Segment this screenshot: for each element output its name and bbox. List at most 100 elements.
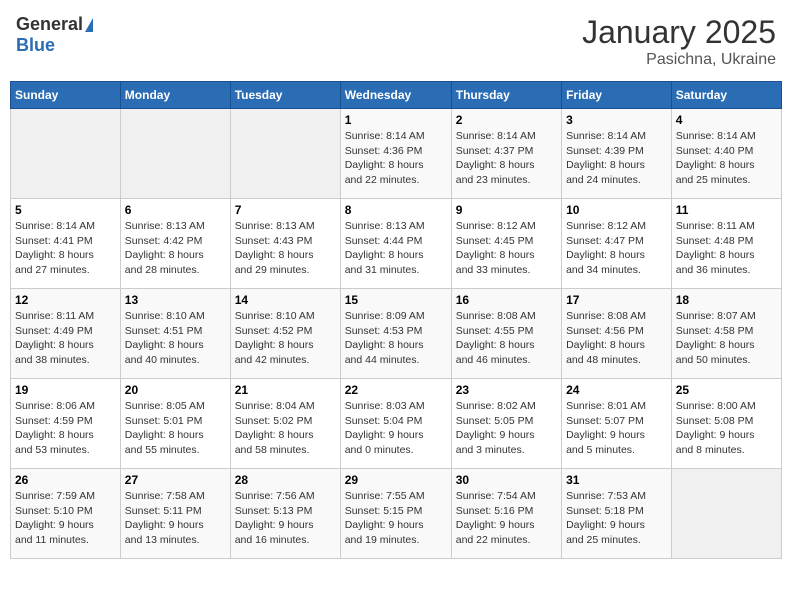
calendar-subtitle: Pasichna, Ukraine — [582, 51, 776, 69]
weekday-header-friday: Friday — [562, 82, 672, 109]
day-number: 14 — [235, 293, 336, 307]
day-info: Sunrise: 8:13 AM Sunset: 4:43 PM Dayligh… — [235, 219, 336, 278]
calendar-day-1: 1Sunrise: 8:14 AM Sunset: 4:36 PM Daylig… — [340, 109, 451, 199]
calendar-header-row: SundayMondayTuesdayWednesdayThursdayFrid… — [11, 82, 782, 109]
day-info: Sunrise: 8:05 AM Sunset: 5:01 PM Dayligh… — [125, 399, 226, 458]
calendar-day-14: 14 Sunrise: 8:10 AM Sunset: 4:52 PM Dayli… — [230, 289, 340, 379]
calendar-day-29: 29 Sunrise: 7:55 AM Sunset: 5:15 PM Dayli… — [340, 469, 451, 559]
day-info: Sunrise: 8:02 AM Sunset: 5:05 PM Dayligh… — [456, 399, 557, 458]
day-number: 18 — [676, 293, 777, 307]
calendar-day-22: 22Sunrise: 8:03 AM Sunset: 5:04 PM Dayli… — [340, 379, 451, 469]
day-info: Sunrise: 8:00 AM Sunset: 5:08 PM Dayligh… — [676, 399, 777, 458]
calendar-week-row: 1Sunrise: 8:14 AM Sunset: 4:36 PM Daylig… — [11, 109, 782, 199]
calendar-day-2: 2Sunrise: 8:14 AM Sunset: 4:37 PM Daylig… — [451, 109, 561, 199]
calendar-day-15: 15Sunrise: 8:09 AM Sunset: 4:53 PM Dayli… — [340, 289, 451, 379]
day-info: Sunrise: 8:14 AM Sunset: 4:39 PM Dayligh… — [566, 129, 667, 188]
day-info: Sunrise: 8:10 AM Sunset: 4:52 PM Dayligh… — [235, 309, 336, 368]
day-number: 27 — [125, 473, 226, 487]
day-info: Sunrise: 8:11 AM Sunset: 4:48 PM Dayligh… — [676, 219, 777, 278]
weekday-header-sunday: Sunday — [11, 82, 121, 109]
calendar-day-21: 21 Sunrise: 8:04 AM Sunset: 5:02 PM Dayli… — [230, 379, 340, 469]
weekday-header-thursday: Thursday — [451, 82, 561, 109]
day-number: 31 — [566, 473, 667, 487]
day-info: Sunrise: 8:12 AM Sunset: 4:45 PM Dayligh… — [456, 219, 557, 278]
day-number: 1 — [345, 113, 447, 127]
calendar-day-28: 28 Sunrise: 7:56 AM Sunset: 5:13 PM Dayli… — [230, 469, 340, 559]
weekday-header-tuesday: Tuesday — [230, 82, 340, 109]
calendar-day-12: 12 Sunrise: 8:11 AM Sunset: 4:49 PM Dayli… — [11, 289, 121, 379]
day-info: Sunrise: 7:58 AM Sunset: 5:11 PM Dayligh… — [125, 489, 226, 548]
day-number: 9 — [456, 203, 557, 217]
day-info: Sunrise: 7:53 AM Sunset: 5:18 PM Dayligh… — [566, 489, 667, 548]
page-header: General Blue January 2025 Pasichna, Ukra… — [10, 10, 782, 73]
day-number: 17 — [566, 293, 667, 307]
day-info: Sunrise: 8:13 AM Sunset: 4:44 PM Dayligh… — [345, 219, 447, 278]
day-info: Sunrise: 8:12 AM Sunset: 4:47 PM Dayligh… — [566, 219, 667, 278]
day-number: 24 — [566, 383, 667, 397]
empty-cell — [120, 109, 230, 199]
calendar-day-4: 4 Sunrise: 8:14 AM Sunset: 4:40 PM Daylig… — [671, 109, 781, 199]
calendar-day-16: 16 Sunrise: 8:08 AM Sunset: 4:55 PM Dayli… — [451, 289, 561, 379]
calendar-day-3: 3Sunrise: 8:14 AM Sunset: 4:39 PM Daylig… — [562, 109, 672, 199]
day-number: 21 — [235, 383, 336, 397]
calendar-day-20: 20 Sunrise: 8:05 AM Sunset: 5:01 PM Dayli… — [120, 379, 230, 469]
weekday-header-monday: Monday — [120, 82, 230, 109]
day-number: 16 — [456, 293, 557, 307]
title-block: January 2025 Pasichna, Ukraine — [582, 14, 776, 69]
calendar-day-6: 6 Sunrise: 8:13 AM Sunset: 4:42 PM Daylig… — [120, 199, 230, 289]
day-number: 29 — [345, 473, 447, 487]
day-info: Sunrise: 8:13 AM Sunset: 4:42 PM Dayligh… — [125, 219, 226, 278]
calendar-day-31: 31 Sunrise: 7:53 AM Sunset: 5:18 PM Dayli… — [562, 469, 672, 559]
day-number: 4 — [676, 113, 777, 127]
calendar-table: SundayMondayTuesdayWednesdayThursdayFrid… — [10, 81, 782, 559]
calendar-day-11: 11 Sunrise: 8:11 AM Sunset: 4:48 PM Dayli… — [671, 199, 781, 289]
day-number: 30 — [456, 473, 557, 487]
empty-cell — [671, 469, 781, 559]
calendar-day-10: 10 Sunrise: 8:12 AM Sunset: 4:47 PM Dayli… — [562, 199, 672, 289]
weekday-header-wednesday: Wednesday — [340, 82, 451, 109]
calendar-day-17: 17 Sunrise: 8:08 AM Sunset: 4:56 PM Dayli… — [562, 289, 672, 379]
calendar-day-7: 7Sunrise: 8:13 AM Sunset: 4:43 PM Daylig… — [230, 199, 340, 289]
day-number: 8 — [345, 203, 447, 217]
calendar-week-row: 26 Sunrise: 7:59 AM Sunset: 5:10 PM Dayli… — [11, 469, 782, 559]
day-info: Sunrise: 7:56 AM Sunset: 5:13 PM Dayligh… — [235, 489, 336, 548]
day-info: Sunrise: 8:08 AM Sunset: 4:55 PM Dayligh… — [456, 309, 557, 368]
logo-triangle-icon — [85, 18, 93, 32]
day-number: 12 — [15, 293, 116, 307]
day-info: Sunrise: 8:04 AM Sunset: 5:02 PM Dayligh… — [235, 399, 336, 458]
empty-cell — [11, 109, 121, 199]
day-info: Sunrise: 8:08 AM Sunset: 4:56 PM Dayligh… — [566, 309, 667, 368]
calendar-week-row: 5Sunrise: 8:14 AM Sunset: 4:41 PM Daylig… — [11, 199, 782, 289]
day-number: 10 — [566, 203, 667, 217]
day-info: Sunrise: 7:55 AM Sunset: 5:15 PM Dayligh… — [345, 489, 447, 548]
calendar-day-19: 19Sunrise: 8:06 AM Sunset: 4:59 PM Dayli… — [11, 379, 121, 469]
calendar-week-row: 12 Sunrise: 8:11 AM Sunset: 4:49 PM Dayli… — [11, 289, 782, 379]
day-number: 13 — [125, 293, 226, 307]
day-number: 5 — [15, 203, 116, 217]
day-number: 28 — [235, 473, 336, 487]
day-info: Sunrise: 8:07 AM Sunset: 4:58 PM Dayligh… — [676, 309, 777, 368]
day-number: 6 — [125, 203, 226, 217]
calendar-day-24: 24 Sunrise: 8:01 AM Sunset: 5:07 PM Dayli… — [562, 379, 672, 469]
day-number: 25 — [676, 383, 777, 397]
calendar-week-row: 19Sunrise: 8:06 AM Sunset: 4:59 PM Dayli… — [11, 379, 782, 469]
empty-cell — [230, 109, 340, 199]
calendar-day-5: 5Sunrise: 8:14 AM Sunset: 4:41 PM Daylig… — [11, 199, 121, 289]
day-info: Sunrise: 7:59 AM Sunset: 5:10 PM Dayligh… — [15, 489, 116, 548]
day-info: Sunrise: 7:54 AM Sunset: 5:16 PM Dayligh… — [456, 489, 557, 548]
day-number: 23 — [456, 383, 557, 397]
day-info: Sunrise: 8:11 AM Sunset: 4:49 PM Dayligh… — [15, 309, 116, 368]
day-number: 26 — [15, 473, 116, 487]
day-info: Sunrise: 8:09 AM Sunset: 4:53 PM Dayligh… — [345, 309, 447, 368]
weekday-header-saturday: Saturday — [671, 82, 781, 109]
calendar-day-9: 9 Sunrise: 8:12 AM Sunset: 4:45 PM Daylig… — [451, 199, 561, 289]
calendar-title: January 2025 — [582, 14, 776, 51]
calendar-day-8: 8 Sunrise: 8:13 AM Sunset: 4:44 PM Daylig… — [340, 199, 451, 289]
day-number: 11 — [676, 203, 777, 217]
day-info: Sunrise: 8:14 AM Sunset: 4:40 PM Dayligh… — [676, 129, 777, 188]
day-number: 20 — [125, 383, 226, 397]
calendar-day-26: 26 Sunrise: 7:59 AM Sunset: 5:10 PM Dayli… — [11, 469, 121, 559]
day-info: Sunrise: 8:01 AM Sunset: 5:07 PM Dayligh… — [566, 399, 667, 458]
day-info: Sunrise: 8:06 AM Sunset: 4:59 PM Dayligh… — [15, 399, 116, 458]
calendar-day-27: 27 Sunrise: 7:58 AM Sunset: 5:11 PM Dayli… — [120, 469, 230, 559]
